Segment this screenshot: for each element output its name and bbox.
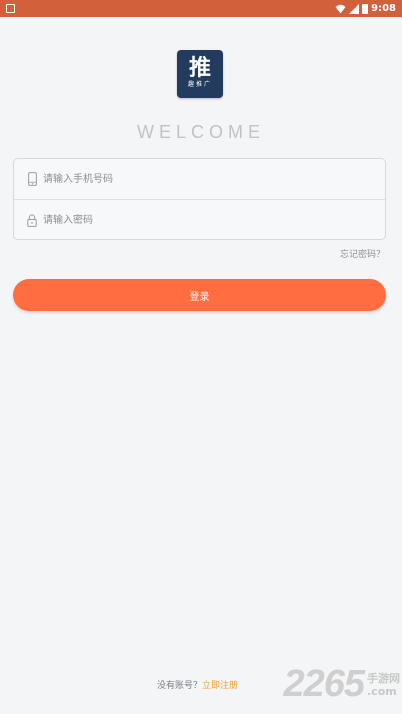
logo-sub-text: 趣推广 bbox=[187, 81, 212, 88]
phone-row bbox=[14, 159, 385, 200]
login-button[interactable]: 登录 bbox=[13, 279, 386, 311]
watermark-text-top: 手游网 bbox=[367, 671, 400, 685]
wifi-icon bbox=[335, 4, 346, 13]
logo-main-char: 推 bbox=[188, 55, 211, 81]
register-link[interactable]: 立即注册 bbox=[202, 681, 238, 691]
notification-icon bbox=[6, 4, 15, 13]
site-watermark: 2265 手游网 .com bbox=[283, 663, 400, 706]
lock-icon bbox=[26, 213, 38, 227]
password-row bbox=[14, 200, 385, 240]
status-icons: 9:08 bbox=[335, 0, 396, 17]
forgot-password-link[interactable]: 忘记密码？ bbox=[340, 247, 385, 260]
watermark-text: 手游网 .com bbox=[364, 672, 400, 698]
battery-icon bbox=[362, 3, 369, 14]
status-bar: 9:08 bbox=[0, 0, 402, 17]
register-prompt-line: 没有账号？立即注册 bbox=[157, 678, 238, 691]
phone-input[interactable] bbox=[43, 167, 343, 191]
phone-icon bbox=[26, 172, 38, 186]
watermark-number: 2265 bbox=[283, 663, 365, 705]
app-logo: 推 趣推广 bbox=[177, 50, 223, 98]
register-prompt: 没有账号？ bbox=[157, 681, 203, 691]
signal-icon bbox=[349, 3, 360, 14]
password-input[interactable] bbox=[43, 208, 343, 232]
status-time: 9:08 bbox=[371, 3, 396, 14]
login-form bbox=[13, 158, 386, 240]
welcome-heading: WELCOME bbox=[136, 122, 265, 142]
watermark-text-bottom: .com bbox=[367, 684, 397, 698]
